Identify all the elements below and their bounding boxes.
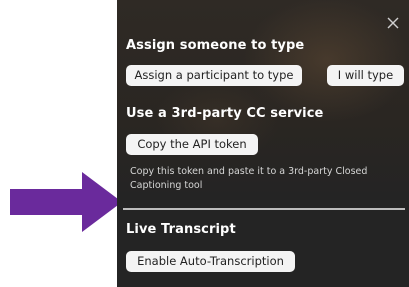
close-icon[interactable] <box>386 16 400 30</box>
assign-participant-button[interactable]: Assign a participant to type <box>126 65 302 86</box>
third-party-heading: Use a 3rd-party CC service <box>126 106 324 121</box>
arrow-right-icon <box>10 172 122 232</box>
api-token-description: Copy this token and paste it to a 3rd-pa… <box>130 166 368 191</box>
section-divider <box>123 208 405 210</box>
closed-caption-panel: Assign someone to type Assign a particip… <box>117 0 409 287</box>
assign-heading: Assign someone to type <box>126 38 305 53</box>
copy-api-token-button[interactable]: Copy the API token <box>126 134 258 155</box>
live-transcript-heading: Live Transcript <box>126 222 236 237</box>
i-will-type-button[interactable]: I will type <box>327 65 404 86</box>
enable-auto-transcription-button[interactable]: Enable Auto-Transcription <box>126 251 295 272</box>
screenshot-stage: Assign someone to type Assign a particip… <box>0 0 409 287</box>
